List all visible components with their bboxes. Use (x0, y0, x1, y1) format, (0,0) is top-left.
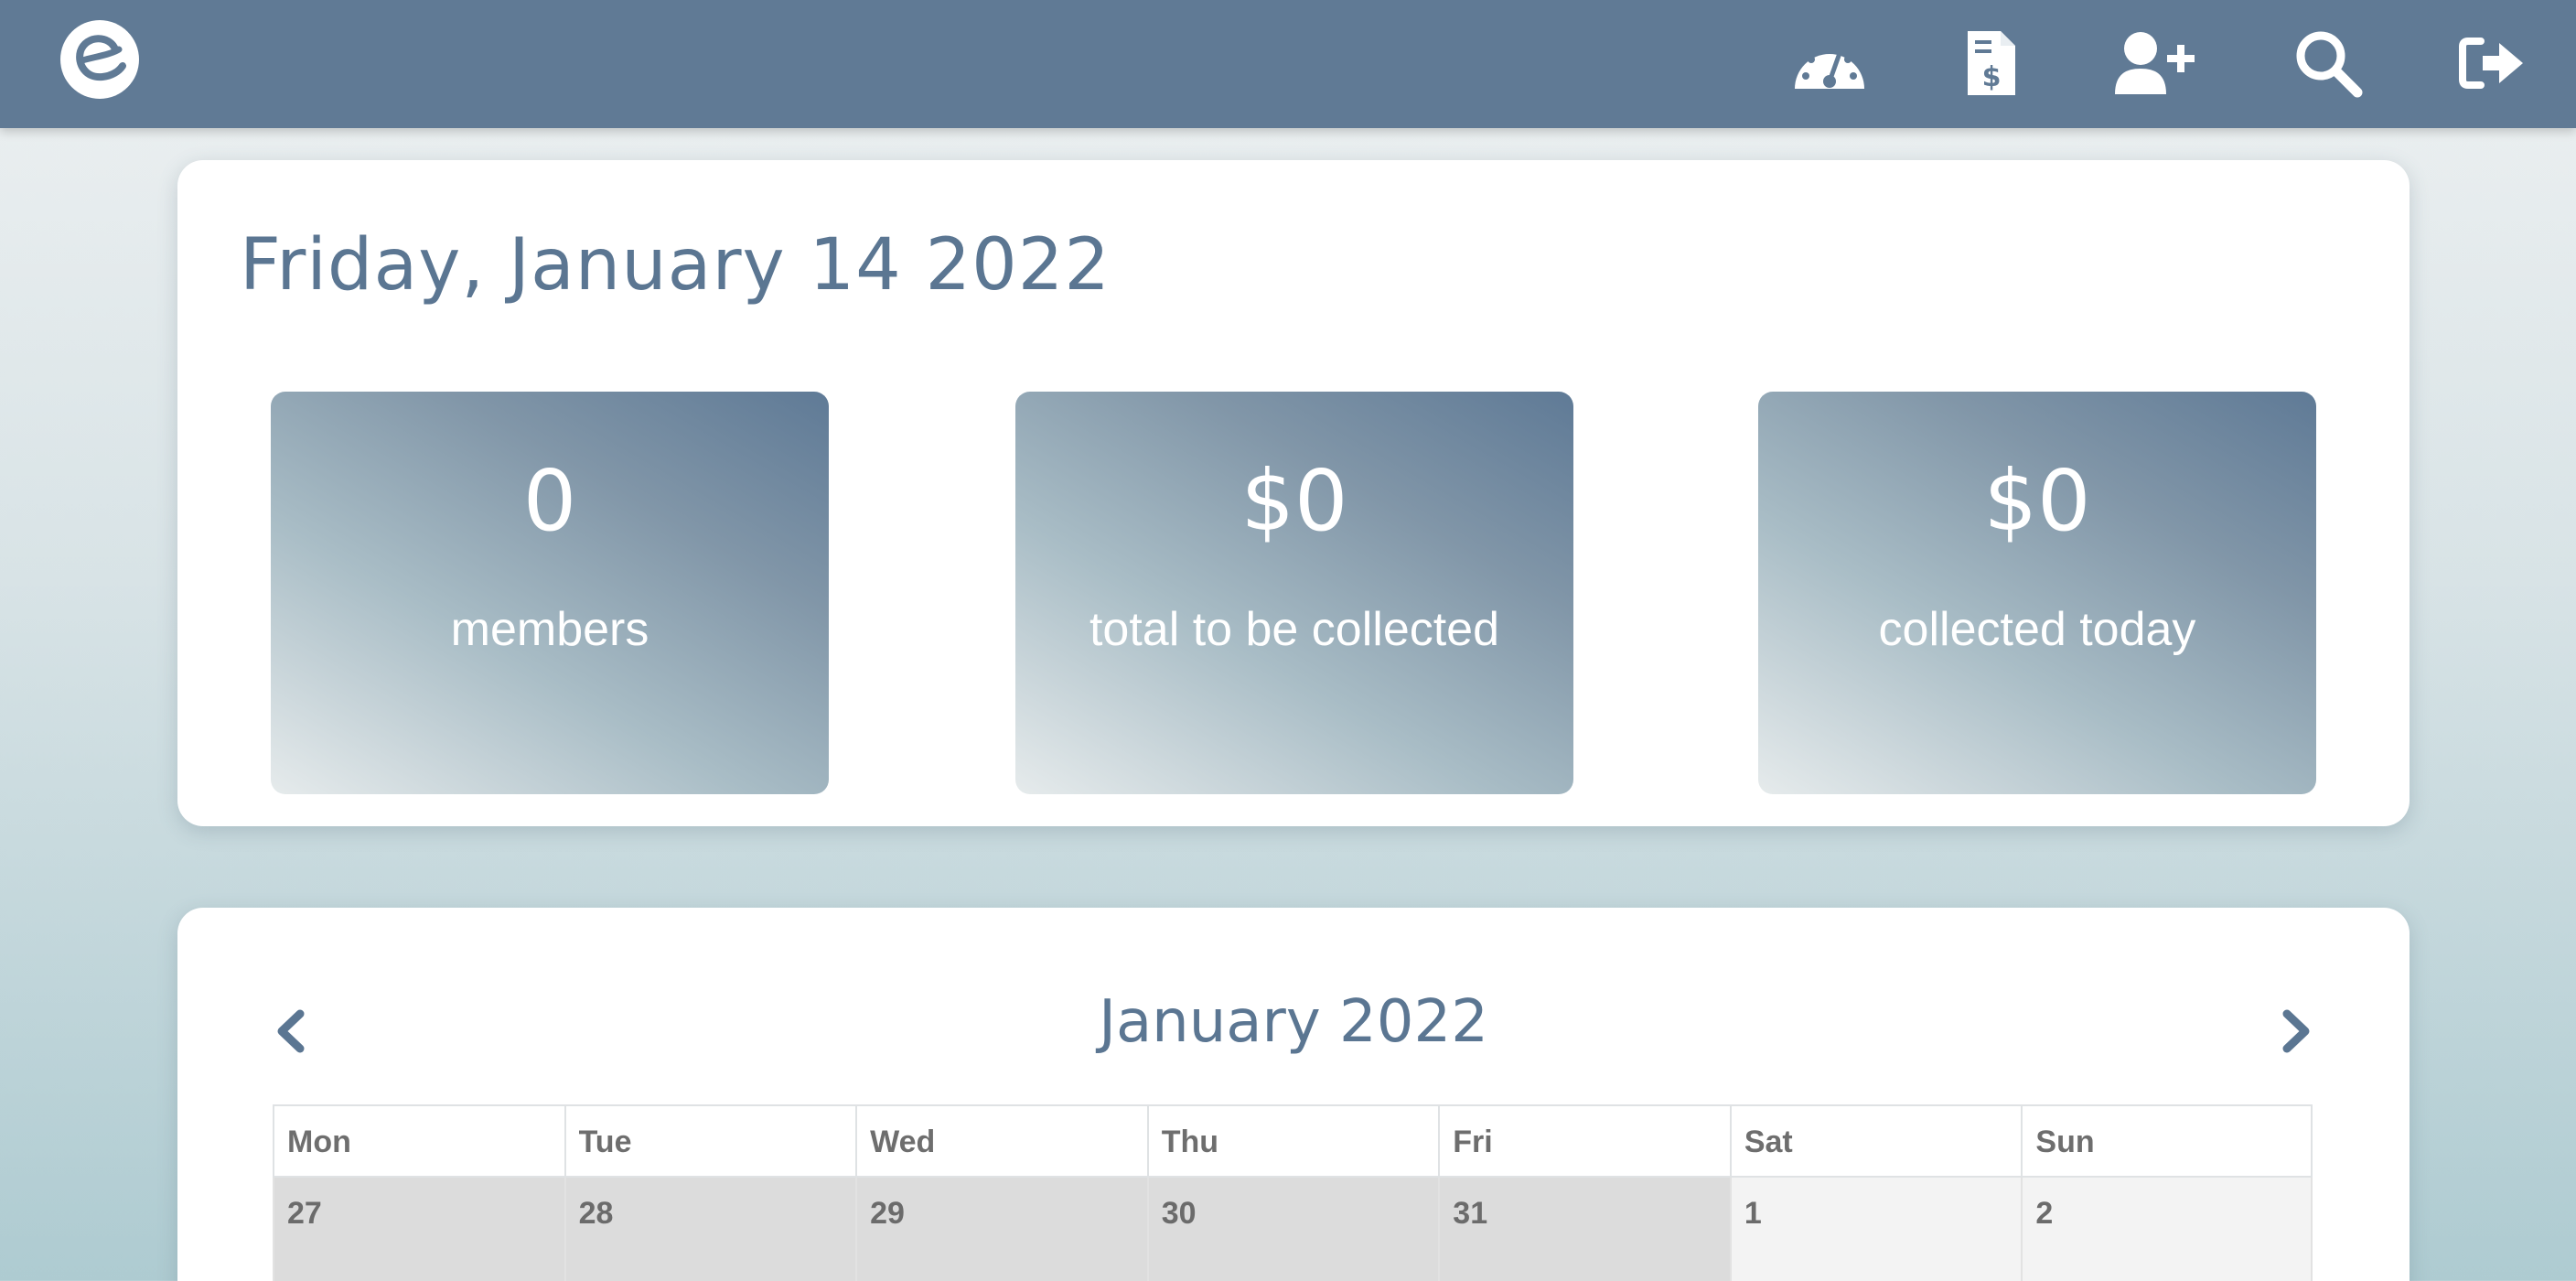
app-logo[interactable] (59, 18, 141, 101)
calendar-day-cell[interactable]: 28 (564, 1178, 856, 1281)
summary-card: Friday, January 14 2022 0 members $0 tot… (177, 160, 2410, 826)
stat-label: total to be collected (1089, 603, 1500, 656)
calendar-day-cell[interactable]: 30 (1146, 1178, 1439, 1281)
search-icon[interactable] (2287, 22, 2369, 104)
svg-text:$: $ (1982, 61, 2002, 93)
collected-today-stat-card[interactable]: $0 collected today (1758, 392, 2316, 794)
calendar-card: January 2022 Mon Tue Wed Thu Fri Sat Sun… (177, 908, 2410, 1281)
weekday-header: Tue (564, 1104, 856, 1178)
chevron-right-icon (2282, 1009, 2310, 1053)
calendar-grid: Mon Tue Wed Thu Fri Sat Sun 27 28 29 30 … (273, 1104, 2313, 1281)
weekday-header: Thu (1146, 1104, 1439, 1178)
total-to-collect-stat-card[interactable]: $0 total to be collected (1015, 392, 1573, 794)
invoice-icon[interactable]: $ (1950, 22, 2033, 104)
members-stat-card[interactable]: 0 members (271, 392, 829, 794)
stat-value: 0 (522, 452, 577, 550)
top-navbar: $ (0, 0, 2576, 128)
calendar-day-cell[interactable]: 27 (273, 1178, 564, 1281)
logo-icon (60, 20, 139, 99)
weekday-header: Fri (1438, 1104, 1730, 1178)
next-month-button[interactable] (2278, 1008, 2314, 1054)
calendar-day-cell[interactable]: 2 (2021, 1178, 2313, 1281)
stat-label: members (450, 603, 649, 656)
stat-label: collected today (1878, 603, 2196, 656)
dashboard-icon[interactable] (1788, 22, 1871, 104)
calendar-day-cell[interactable]: 31 (1438, 1178, 1730, 1281)
calendar-day-cell[interactable]: 29 (855, 1178, 1147, 1281)
calendar-day-cell[interactable]: 1 (1729, 1178, 2022, 1281)
calendar-month-title: January 2022 (1099, 988, 1488, 1056)
add-user-icon[interactable] (2113, 22, 2195, 104)
stat-value: $0 (1983, 452, 2091, 550)
weekday-header: Wed (855, 1104, 1147, 1178)
logout-icon[interactable] (2452, 22, 2534, 104)
stat-value: $0 (1240, 452, 1348, 550)
page-title: Friday, January 14 2022 (240, 224, 1111, 307)
weekday-header: Mon (273, 1104, 564, 1178)
weekday-header: Sat (1729, 1104, 2022, 1178)
weekday-header: Sun (2021, 1104, 2313, 1178)
